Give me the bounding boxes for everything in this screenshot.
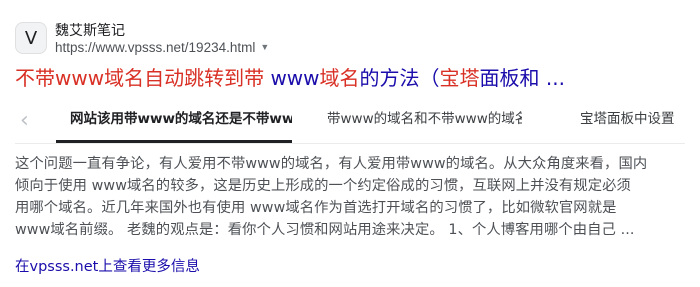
tab-www-or-not[interactable]: 网站该用带www的域名还是不带www的域名	[70, 100, 292, 140]
title-text-1: www	[270, 66, 320, 90]
title-highlight-2: 域名	[319, 66, 360, 90]
tab-label: 网站该用带www的域名还是不带www的域名	[70, 111, 292, 127]
snippet-line: 这个问题一直有争论，有人爱用不带www的域名，有人爱用带www的域名。从大众角度…	[15, 156, 648, 172]
site-name[interactable]: 魏艾斯笔记	[55, 20, 125, 40]
tab-label: 宝塔面板中设置	[580, 111, 675, 127]
tab-baota-settings[interactable]: 宝塔面板中设置	[580, 100, 684, 140]
result-snippet: 这个问题一直有争论，有人爱用不带www的域名，有人爱用带www的域名。从大众角度…	[15, 153, 683, 241]
snippet-line: 用哪个域名。近几年来国外也有使用 www域名作为首选打开域名的习惯了，比如微软官…	[15, 200, 617, 216]
tabs-divider	[15, 143, 685, 144]
title-highlight-3: 宝塔	[439, 66, 480, 90]
site-url[interactable]: https://www.vpsss.net/19234.html ▼	[55, 40, 269, 55]
more-info-link[interactable]: 在vpsss.net上查看更多信息	[15, 255, 200, 276]
favicon-letter: V	[24, 27, 38, 49]
tab-label: 带www的域名和不带www的域名区别	[327, 111, 522, 127]
caret-down-icon[interactable]: ▼	[260, 42, 269, 52]
site-url-text: https://www.vpsss.net/19234.html	[55, 40, 256, 55]
title-text-3: 面板和 ...	[479, 66, 565, 90]
title-text-2: 的方法（	[359, 66, 440, 90]
search-result: V 魏艾斯笔记 https://www.vpsss.net/19234.html…	[0, 0, 700, 287]
snippet-line: www域名前缀。 老魏的观点是：看你个人习惯和网站用途来决定。 1、个人博客用哪…	[15, 222, 635, 238]
chevron-left-icon[interactable]: ‹	[20, 108, 29, 133]
snippet-line: 倾向于使用 www域名的较多，这是历史上形成的一个约定俗成的习惯，互联网上并没有…	[15, 178, 631, 194]
tab-www-difference[interactable]: 带www的域名和不带www的域名区别	[327, 100, 522, 140]
title-highlight-1: 不带www域名自动跳转到带	[15, 66, 271, 90]
site-favicon[interactable]: V	[15, 22, 47, 54]
result-title-link[interactable]: 不带www域名自动跳转到带 www域名的方法（宝塔面板和 ...	[15, 64, 565, 92]
section-tabs: ‹ 网站该用带www的域名还是不带www的域名 带www的域名和不带www的域名…	[0, 100, 700, 144]
site-header[interactable]: V 魏艾斯笔记 https://www.vpsss.net/19234.html…	[15, 20, 615, 60]
